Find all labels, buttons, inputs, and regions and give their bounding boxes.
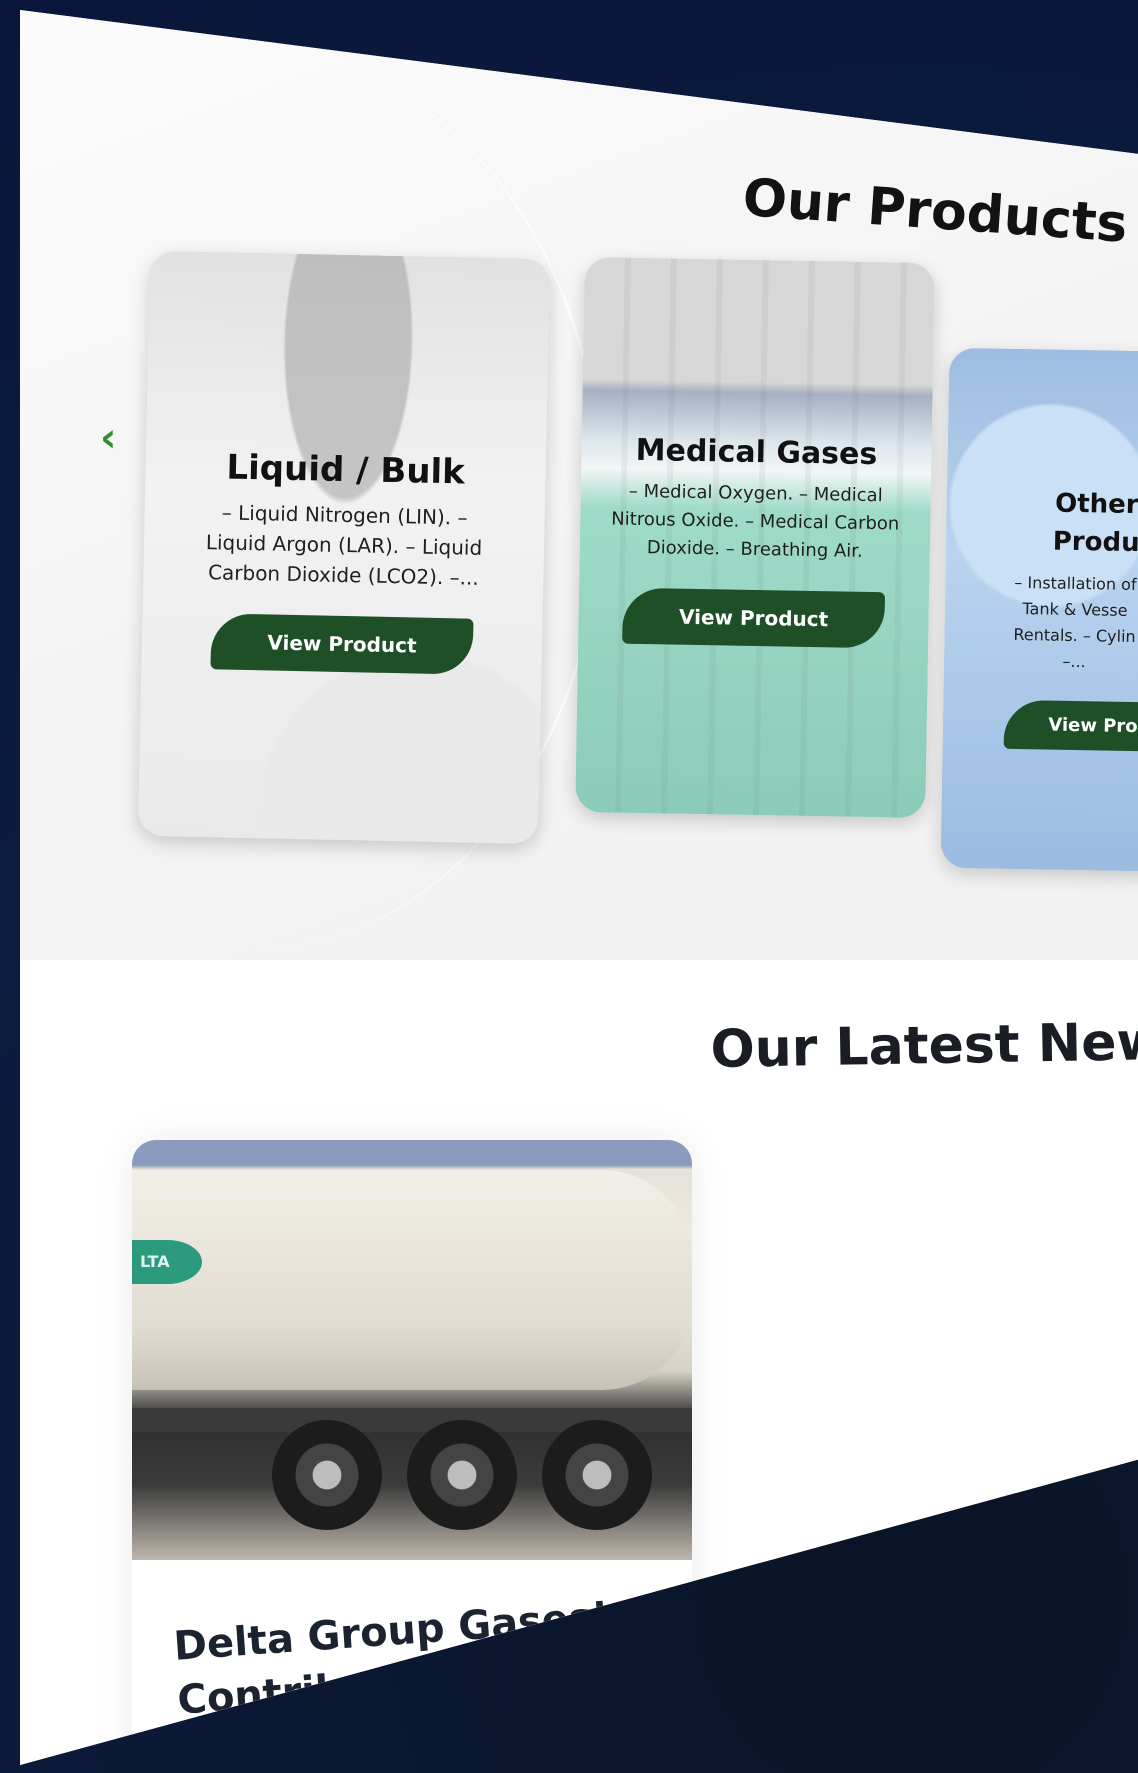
- company-logo-icon: LTA: [132, 1240, 202, 1284]
- product-title: Medical Gases: [635, 432, 878, 473]
- products-section: Our Products ‹ Liquid / Bulk – Liquid Ni…: [20, 10, 1138, 960]
- product-card-content: Other Produ – Installation of Tank & Ves…: [943, 483, 1138, 752]
- description-line: Tank & Vesse: [1022, 599, 1128, 620]
- product-card-liquid-bulk[interactable]: Liquid / Bulk – Liquid Nitrogen (LIN). –…: [137, 250, 551, 845]
- product-description: – Liquid Nitrogen (LIN). – Liquid Argon …: [205, 500, 483, 590]
- product-card-content: Liquid / Bulk – Liquid Nitrogen (LIN). –…: [141, 446, 546, 676]
- truck-wheel-icon: [272, 1420, 382, 1530]
- tanker-truck-tank: [132, 1170, 692, 1390]
- product-title: Other Produ: [1004, 484, 1138, 563]
- product-card-medical-gases[interactable]: Medical Gases – Medical Oxygen. – Medica…: [575, 256, 935, 819]
- product-title-line: Other: [1054, 488, 1138, 521]
- carousel-prev-arrow-icon[interactable]: ‹: [100, 415, 116, 461]
- description-line: – Installation of: [1014, 572, 1137, 595]
- product-title: Liquid / Bulk: [226, 447, 466, 493]
- description-line: –...: [1062, 651, 1086, 672]
- product-card-other[interactable]: Other Produ – Installation of Tank & Ves…: [940, 347, 1138, 873]
- news-heading: Our Latest New: [710, 1012, 1138, 1080]
- page-canvas: Our Products ‹ Liquid / Bulk – Liquid Ni…: [20, 10, 1138, 1765]
- description-line: Rentals. – Cylin: [1013, 624, 1136, 647]
- product-description: – Medical Oxygen. – Medical Nitrous Oxid…: [611, 480, 900, 562]
- view-product-button[interactable]: View Product: [622, 587, 885, 649]
- view-product-button[interactable]: View Product: [210, 613, 474, 675]
- view-product-button[interactable]: View Pro: [1003, 699, 1138, 752]
- news-article-image: LTA: [132, 1140, 692, 1560]
- product-description: – Installation of Tank & Vesse Rentals. …: [962, 569, 1138, 677]
- products-heading: Our Products: [740, 168, 1130, 255]
- truck-wheel-icon: [542, 1420, 652, 1530]
- truck-wheel-icon: [407, 1420, 517, 1530]
- product-title-line: Produ: [1052, 526, 1138, 559]
- product-card-content: Medical Gases – Medical Oxygen. – Medica…: [578, 432, 932, 649]
